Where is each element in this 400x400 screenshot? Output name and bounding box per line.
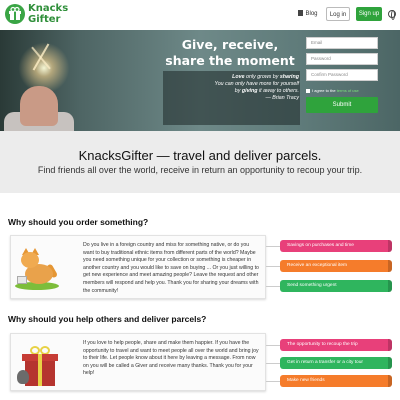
benefit-new-friends: Make new friends (280, 375, 392, 387)
section2-title: Why should you help others and deliver p… (8, 314, 207, 324)
connector-line (266, 363, 280, 364)
gift-logo-icon[interactable] (4, 3, 26, 25)
submit-button[interactable]: Submit (306, 97, 378, 113)
hero-title: Give, receive, share the moment (160, 37, 300, 69)
gift-ribbon (38, 354, 42, 386)
mouse-figure (17, 370, 29, 384)
logo-line2: Gifter (28, 14, 61, 25)
section2-text: If you love to help people, share and ma… (83, 340, 259, 377)
cat-illustration (15, 242, 59, 290)
logo-wordmark[interactable]: Knacks Gifter (28, 3, 68, 25)
login-button[interactable]: Log in (326, 7, 350, 21)
document-icon (298, 10, 304, 16)
benefit-savings: Savings on purchases and time (280, 240, 392, 252)
quote-l3-end: it away to others. (257, 88, 299, 94)
cat-head (21, 252, 39, 268)
password-field[interactable]: Password (306, 53, 378, 65)
logo-line1: Knacks (28, 3, 69, 14)
quote-l1-mid: only grows by (244, 74, 280, 80)
benefit-exceptional-item: Receive an exceptional item (280, 260, 392, 272)
confirm-password-field[interactable]: Confirm Password (306, 69, 378, 81)
benefit-transfer-tour: Get in return a transfer or a city tour (280, 357, 392, 369)
connector-line (266, 246, 280, 247)
section1-card: Do you live in a foreign country and mis… (10, 235, 266, 299)
email-field[interactable]: Email (306, 37, 378, 49)
quote-author: — Brian Tracy (265, 95, 299, 101)
connector-line (266, 381, 280, 382)
globe-icon[interactable] (388, 10, 396, 20)
section1-text: Do you live in a foreign country and mis… (83, 242, 259, 294)
quote-love: Love (232, 74, 245, 80)
section1-title: Why should you order something? (8, 217, 149, 227)
gift-illustration (15, 340, 59, 388)
terms-agreement: I agree to the terms of use (306, 88, 359, 93)
quote-l3-start: by (234, 88, 242, 94)
signup-button[interactable]: Sign up (356, 7, 382, 21)
connector-line (266, 286, 280, 287)
hero-title-line2: share the moment (165, 53, 295, 68)
connector-line (266, 345, 280, 346)
top-header: Knacks Gifter Blog Log in Sign up (0, 0, 400, 30)
terms-checkbox[interactable] (306, 89, 310, 93)
quote-sharing: sharing (279, 74, 299, 80)
quote-giving: giving (241, 88, 258, 94)
cat-gift (17, 276, 27, 284)
section2-card: If you love to help people, share and ma… (10, 333, 266, 391)
hero-title-line1: Give, receive, (181, 37, 279, 52)
quote-box: Love only grows by sharing You can only … (163, 71, 300, 125)
blog-label: Blog (305, 11, 318, 17)
benefit-send-urgent: Send something urgent (280, 280, 392, 292)
hero-hand (20, 86, 58, 126)
terms-link[interactable]: terms of use (337, 88, 359, 93)
quote-line2: You can only have more for yourself (214, 81, 299, 87)
blog-link[interactable]: Blog (294, 7, 322, 21)
tagline-subtitle: Find friends all over the world, receive… (37, 165, 363, 175)
quote-text: Love only grows by sharing You can only … (167, 74, 299, 102)
connector-line (266, 266, 280, 267)
terms-label: I agree to the (312, 88, 337, 93)
benefit-recoup-trip: The opportunity to recoup the trip (280, 339, 392, 351)
tagline-title: KnacksGifter — travel and deliver parcel… (78, 148, 322, 163)
